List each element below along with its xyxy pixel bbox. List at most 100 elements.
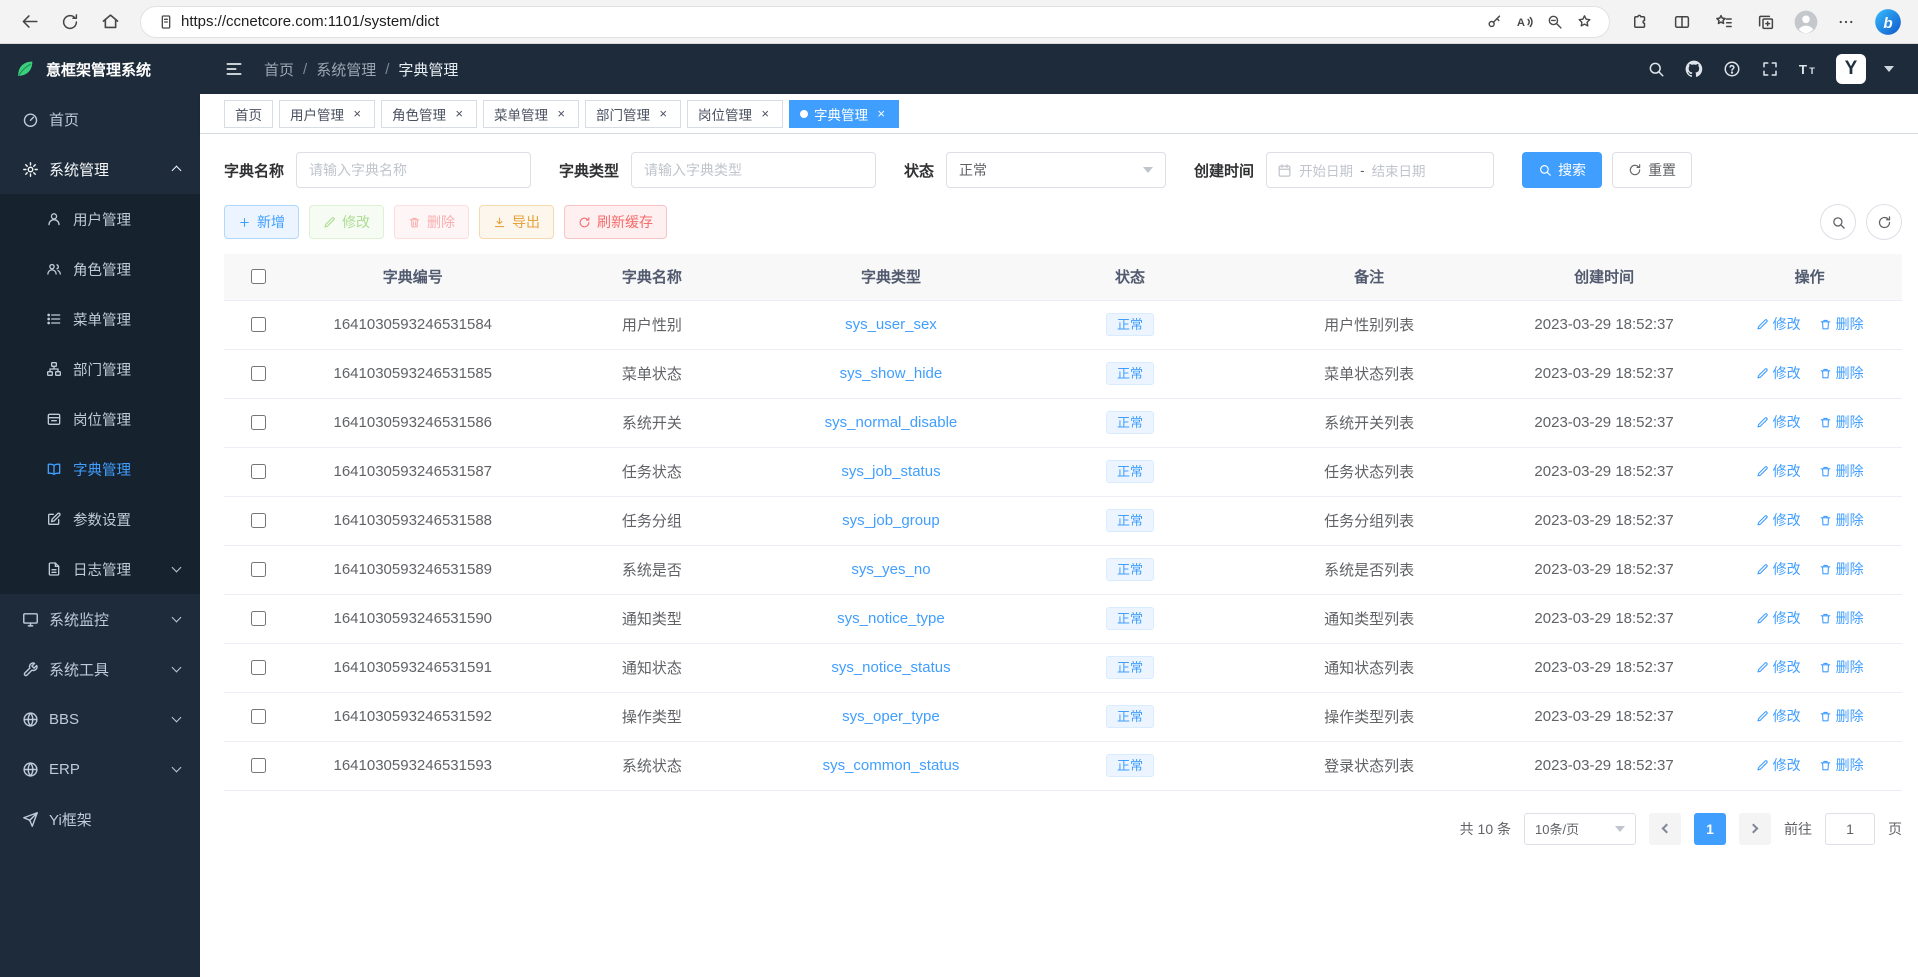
dict-type-link[interactable]: sys_yes_no (851, 561, 930, 578)
next-page-button[interactable] (1739, 813, 1771, 845)
help-button[interactable] (1722, 59, 1742, 79)
tab[interactable]: 菜单管理 (483, 100, 579, 128)
bing-chat-button[interactable]: b (1870, 5, 1906, 39)
dict-type-link[interactable]: sys_common_status (823, 757, 960, 774)
fullscreen-button[interactable] (1760, 59, 1780, 79)
row-delete-link[interactable]: 删除 (1819, 657, 1864, 677)
row-checkbox[interactable] (251, 415, 266, 430)
dict-type-link[interactable]: sys_notice_type (837, 610, 945, 627)
favorites-button[interactable] (1706, 5, 1742, 39)
refresh-cache-button[interactable]: 刷新缓存 (564, 205, 667, 239)
tab[interactable]: 角色管理 (381, 100, 477, 128)
dict-type-link[interactable]: sys_user_sex (845, 316, 937, 333)
page-1-button[interactable]: 1 (1694, 813, 1726, 845)
row-delete-link[interactable]: 删除 (1819, 559, 1864, 579)
status-select[interactable]: 正常 (946, 152, 1166, 188)
sidebar-item-tools[interactable]: 系统工具 (0, 644, 200, 694)
profile-avatar[interactable] (1790, 6, 1822, 38)
dict-name-input[interactable] (296, 152, 531, 188)
dict-type-link[interactable]: sys_job_group (842, 512, 940, 529)
select-all-checkbox[interactable] (251, 269, 266, 284)
sidebar-item-bbs[interactable]: BBS (0, 694, 200, 744)
tab[interactable]: 岗位管理 (687, 100, 783, 128)
user-menu-caret-icon[interactable] (1884, 66, 1894, 72)
row-checkbox[interactable] (251, 758, 266, 773)
sidebar-item-system[interactable]: 系统管理 (0, 144, 200, 194)
dict-type-input[interactable] (631, 152, 876, 188)
app-logo[interactable]: 意框架管理系统 (0, 44, 200, 94)
font-size-button[interactable]: TT (1798, 59, 1818, 79)
sidebar-item-params[interactable]: 参数设置 (0, 494, 200, 544)
row-checkbox[interactable] (251, 709, 266, 724)
row-delete-link[interactable]: 删除 (1819, 363, 1864, 383)
add-favorite-star-icon[interactable] (1569, 8, 1599, 36)
tab-close-icon[interactable] (758, 107, 772, 121)
row-checkbox[interactable] (251, 611, 266, 626)
sidebar-item-logs[interactable]: 日志管理 (0, 544, 200, 594)
toggle-search-button[interactable] (1820, 204, 1856, 240)
page-size-select[interactable]: 10条/页 (1524, 813, 1636, 845)
goto-page-input[interactable] (1825, 813, 1875, 845)
tab[interactable]: 字典管理 (789, 100, 899, 128)
sidebar-item-dict[interactable]: 字典管理 (0, 444, 200, 494)
delete-button[interactable]: 删除 (394, 205, 469, 239)
row-edit-link[interactable]: 修改 (1756, 363, 1801, 383)
sidebar-item-erp[interactable]: ERP (0, 744, 200, 794)
site-info-icon[interactable] (151, 8, 181, 36)
row-delete-link[interactable]: 删除 (1819, 706, 1864, 726)
sidebar-item-menus[interactable]: 菜单管理 (0, 294, 200, 344)
dict-type-link[interactable]: sys_job_status (841, 463, 940, 480)
password-key-icon[interactable] (1479, 8, 1509, 36)
tab-close-icon[interactable] (350, 107, 364, 121)
sidebar-item-framework[interactable]: Yi框架 (0, 794, 200, 844)
sidebar-toggle-button[interactable] (224, 59, 244, 79)
tab[interactable]: 首页 (224, 100, 273, 128)
user-avatar-logo[interactable]: Y (1836, 54, 1866, 84)
row-edit-link[interactable]: 修改 (1756, 314, 1801, 334)
tab[interactable]: 部门管理 (585, 100, 681, 128)
sidebar-item-posts[interactable]: 岗位管理 (0, 394, 200, 444)
row-edit-link[interactable]: 修改 (1756, 657, 1801, 677)
tab[interactable]: 用户管理 (279, 100, 375, 128)
date-range-picker[interactable]: 开始日期 - 结束日期 (1266, 152, 1494, 188)
row-delete-link[interactable]: 删除 (1819, 608, 1864, 628)
row-edit-link[interactable]: 修改 (1756, 559, 1801, 579)
row-delete-link[interactable]: 删除 (1819, 461, 1864, 481)
search-button[interactable]: 搜索 (1522, 152, 1602, 188)
back-button[interactable] (12, 5, 48, 39)
dict-type-link[interactable]: sys_show_hide (840, 365, 943, 382)
row-checkbox[interactable] (251, 562, 266, 577)
row-edit-link[interactable]: 修改 (1756, 510, 1801, 530)
sidebar-item-roles[interactable]: 角色管理 (0, 244, 200, 294)
row-checkbox[interactable] (251, 660, 266, 675)
row-edit-link[interactable]: 修改 (1756, 461, 1801, 481)
split-screen-button[interactable] (1664, 5, 1700, 39)
collections-button[interactable] (1748, 5, 1784, 39)
read-aloud-icon[interactable]: A (1509, 8, 1539, 36)
dict-type-link[interactable]: sys_notice_status (831, 659, 950, 676)
sidebar-item-home[interactable]: 首页 (0, 94, 200, 144)
row-checkbox[interactable] (251, 366, 266, 381)
refresh-table-button[interactable] (1866, 204, 1902, 240)
breadcrumb-home[interactable]: 首页 (264, 59, 294, 80)
sidebar-item-users[interactable]: 用户管理 (0, 194, 200, 244)
github-button[interactable] (1684, 59, 1704, 79)
row-delete-link[interactable]: 删除 (1819, 412, 1864, 432)
dict-type-link[interactable]: sys_oper_type (842, 708, 940, 725)
sidebar-item-monitor[interactable]: 系统监控 (0, 594, 200, 644)
tab-close-icon[interactable] (452, 107, 466, 121)
prev-page-button[interactable] (1649, 813, 1681, 845)
dict-type-link[interactable]: sys_normal_disable (825, 414, 958, 431)
row-edit-link[interactable]: 修改 (1756, 412, 1801, 432)
tab-close-icon[interactable] (656, 107, 670, 121)
url-text[interactable]: https://ccnetcore.com:1101/system/dict (181, 13, 1479, 30)
row-checkbox[interactable] (251, 317, 266, 332)
tab-close-icon[interactable] (554, 107, 568, 121)
row-edit-link[interactable]: 修改 (1756, 755, 1801, 775)
refresh-button[interactable] (52, 5, 88, 39)
home-button[interactable] (92, 5, 128, 39)
header-search-button[interactable] (1646, 59, 1666, 79)
row-delete-link[interactable]: 删除 (1819, 314, 1864, 334)
browser-menu-button[interactable] (1828, 5, 1864, 39)
reset-button[interactable]: 重置 (1612, 152, 1692, 188)
